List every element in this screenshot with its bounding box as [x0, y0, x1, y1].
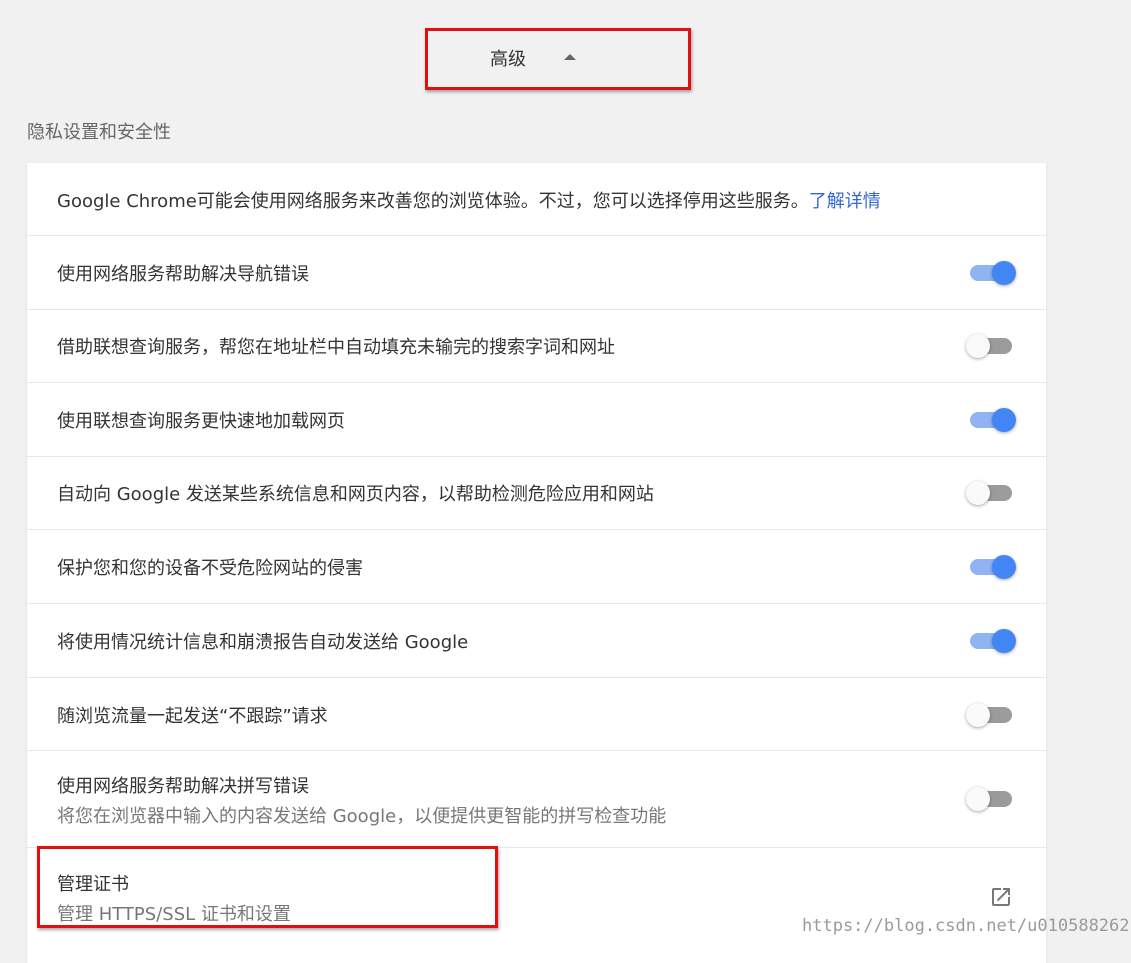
manage-certificates-row[interactable]: 管理证书 管理 HTTPS/SSL 证书和设置 [27, 848, 1046, 963]
section-title: 隐私设置和安全性 [27, 122, 171, 143]
privacy-security-card: Google Chrome可能会使用网络服务来改善您的浏览体验。不过，您可以选择… [27, 163, 1046, 963]
caret-up-icon [564, 54, 576, 60]
setting-row[interactable]: 使用网络服务帮助解决导航错误 [27, 236, 1046, 310]
setting-row[interactable]: 自动向 Google 发送某些系统信息和网页内容，以帮助检测危险应用和网站 [27, 457, 1046, 530]
autocomplete-predictions-toggle[interactable] [966, 334, 1012, 358]
setting-row[interactable]: 使用联想查询服务更快速地加载网页 [27, 383, 1046, 457]
manage-certificates-sublabel: 管理 HTTPS/SSL 证书和设置 [57, 904, 291, 925]
setting-row[interactable]: 使用网络服务帮助解决拼写错误 将您在浏览器中输入的内容发送给 Google，以便… [27, 751, 1046, 848]
manage-certificates-label: 管理证书 [57, 874, 129, 895]
setting-label: 使用网络服务帮助解决拼写错误 [57, 776, 309, 797]
setting-sublabel: 将您在浏览器中输入的内容发送给 Google，以便提供更智能的拼写检查功能 [57, 806, 667, 827]
spelling-service-toggle[interactable] [966, 787, 1012, 811]
intro-row: Google Chrome可能会使用网络服务来改善您的浏览体验。不过，您可以选择… [27, 163, 1046, 236]
intro-description: Google Chrome可能会使用网络服务来改善您的浏览体验。不过，您可以选择… [57, 191, 809, 212]
safe-browsing-reports-toggle[interactable] [966, 481, 1012, 505]
learn-more-link[interactable]: 了解详情 [809, 191, 881, 212]
advanced-section-toggle[interactable]: 高级 [425, 28, 691, 90]
usage-stats-toggle[interactable] [970, 629, 1016, 653]
intro-text: Google Chrome可能会使用网络服务来改善您的浏览体验。不过，您可以选择… [57, 187, 881, 213]
setting-label: 使用网络服务帮助解决导航错误 [57, 264, 309, 285]
setting-label: 自动向 Google 发送某些系统信息和网页内容，以帮助检测危险应用和网站 [57, 484, 654, 505]
advanced-label: 高级 [490, 49, 526, 70]
watermark: https://blog.csdn.net/u010588262 [802, 916, 1130, 936]
setting-label: 将使用情况统计信息和崩溃报告自动发送给 Google [57, 632, 469, 653]
navigation-errors-toggle[interactable] [970, 261, 1016, 285]
do-not-track-toggle[interactable] [966, 703, 1012, 727]
setting-row[interactable]: 将使用情况统计信息和崩溃报告自动发送给 Google [27, 604, 1046, 678]
open-in-new-icon[interactable] [989, 885, 1013, 909]
setting-label: 借助联想查询服务，帮您在地址栏中自动填充未输完的搜索字词和网址 [57, 337, 615, 358]
setting-row[interactable]: 保护您和您的设备不受危险网站的侵害 [27, 530, 1046, 604]
safe-browsing-toggle[interactable] [970, 555, 1016, 579]
setting-row[interactable]: 借助联想查询服务，帮您在地址栏中自动填充未输完的搜索字词和网址 [27, 310, 1046, 383]
preload-pages-toggle[interactable] [970, 408, 1016, 432]
setting-label: 使用联想查询服务更快速地加载网页 [57, 411, 345, 432]
setting-row[interactable]: 随浏览流量一起发送“不跟踪”请求 [27, 678, 1046, 751]
setting-label: 保护您和您的设备不受危险网站的侵害 [57, 558, 363, 579]
setting-label: 随浏览流量一起发送“不跟踪”请求 [57, 706, 328, 727]
